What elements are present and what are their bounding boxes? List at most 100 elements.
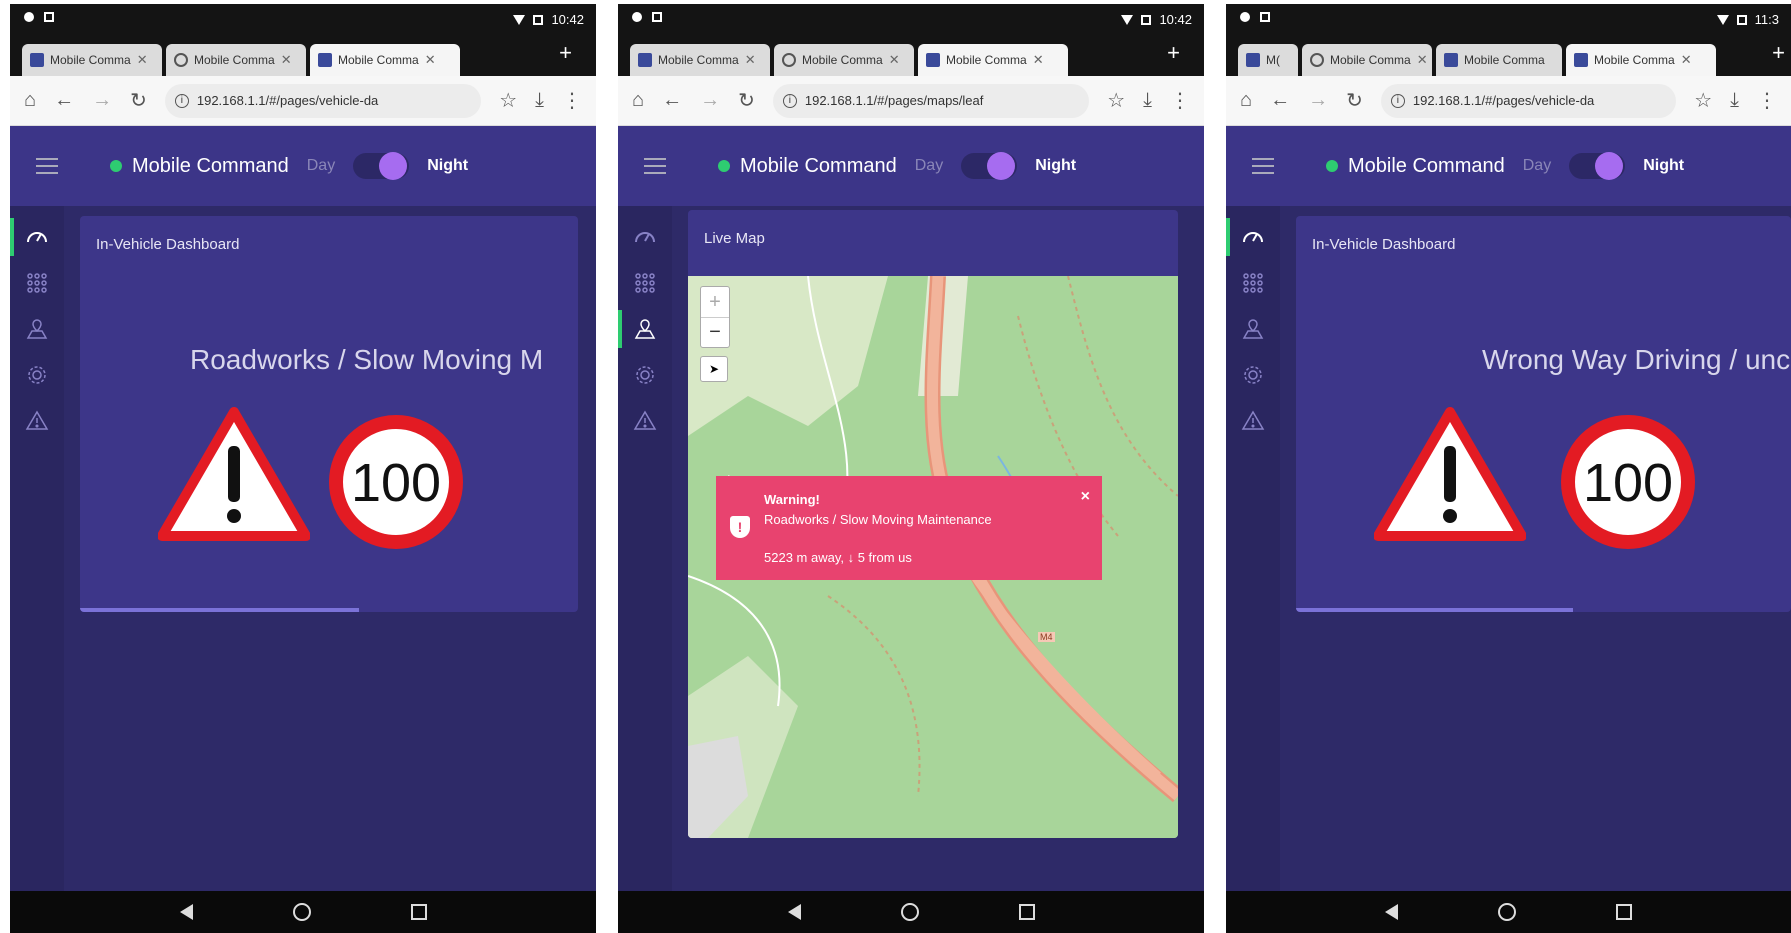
browser-tab[interactable]: Mobile Comma ✕ bbox=[22, 44, 162, 76]
info-icon[interactable]: i bbox=[174, 93, 189, 108]
browser-tab[interactable]: Mobile Comma ✕ bbox=[1302, 44, 1432, 76]
back-nav-icon[interactable] bbox=[1385, 904, 1398, 920]
day-label: Day bbox=[306, 157, 336, 174]
recent-apps-icon[interactable] bbox=[1018, 904, 1035, 920]
forward-icon[interactable]: → bbox=[92, 89, 112, 112]
nav-apps[interactable] bbox=[1226, 260, 1280, 306]
status-bar: 11:3 bbox=[1226, 4, 1791, 36]
home-nav-icon[interactable] bbox=[292, 903, 311, 921]
bookmark-star-icon[interactable]: ☆ bbox=[1107, 88, 1125, 113]
theme-toggle[interactable] bbox=[353, 152, 410, 180]
recent-apps-icon[interactable] bbox=[1616, 904, 1632, 920]
nav-alerts[interactable] bbox=[10, 398, 64, 444]
info-icon[interactable]: i bbox=[1390, 93, 1405, 108]
zoom-out-button[interactable]: − bbox=[701, 317, 729, 347]
back-nav-icon[interactable] bbox=[179, 904, 193, 920]
browser-tab[interactable]: Mobile Comma ✕ bbox=[630, 44, 770, 76]
back-icon[interactable]: ← bbox=[54, 89, 74, 112]
reload-icon[interactable]: ↻ bbox=[130, 88, 147, 113]
new-tab-button[interactable]: + bbox=[559, 40, 572, 66]
menu-dots-icon[interactable]: ⋮ bbox=[1170, 88, 1190, 113]
grid-icon bbox=[1243, 273, 1263, 293]
hamburger-menu-icon[interactable] bbox=[644, 158, 666, 174]
browser-tab[interactable]: Mobile Comma ✕ bbox=[774, 44, 914, 76]
download-icon[interactable]: ⤓ bbox=[1143, 89, 1152, 112]
map-view[interactable]: M4 + − ➤ ! Warning! Roadworks / Slow Mov… bbox=[688, 276, 1178, 838]
theme-toggle[interactable] bbox=[961, 152, 1018, 180]
dashboard-card: In-Vehicle Dashboard Roadworks / Slow Mo… bbox=[80, 216, 578, 612]
browser-tab[interactable]: Mobile Comma ✕ bbox=[166, 44, 306, 76]
bookmark-star-icon[interactable]: ☆ bbox=[499, 88, 517, 113]
nav-apps[interactable] bbox=[618, 260, 672, 306]
locate-arrow-icon: ➤ bbox=[708, 362, 720, 376]
home-nav-icon[interactable] bbox=[900, 903, 919, 921]
back-nav-icon[interactable] bbox=[787, 904, 801, 920]
alert-message: Wrong Way Driving / unc bbox=[1482, 344, 1791, 375]
nav-apps[interactable] bbox=[10, 260, 64, 306]
browser-tab[interactable]: M( bbox=[1238, 44, 1298, 76]
zoom-in-button[interactable]: + bbox=[701, 287, 729, 317]
url-input[interactable]: i 192.168.1.1/#/pages/vehicle-da bbox=[1380, 83, 1677, 118]
menu-dots-icon[interactable]: ⋮ bbox=[562, 88, 582, 113]
download-icon[interactable]: ⤓ bbox=[535, 89, 544, 112]
locate-button[interactable]: ➤ bbox=[700, 356, 728, 382]
close-tab-icon[interactable]: ✕ bbox=[281, 52, 292, 68]
url-input[interactable]: i 192.168.1.1/#/pages/maps/leaf bbox=[772, 83, 1090, 118]
notification-icon bbox=[652, 12, 662, 22]
nav-map[interactable] bbox=[618, 306, 672, 352]
new-tab-button[interactable]: + bbox=[1772, 40, 1785, 66]
close-tab-icon[interactable]: ✕ bbox=[425, 52, 436, 68]
back-icon[interactable]: ← bbox=[662, 89, 682, 112]
side-nav bbox=[10, 206, 64, 891]
close-tab-icon[interactable]: ✕ bbox=[1681, 52, 1692, 68]
hamburger-menu-icon[interactable] bbox=[1252, 158, 1274, 174]
nav-settings[interactable] bbox=[10, 352, 64, 398]
nav-map[interactable] bbox=[1226, 306, 1280, 352]
close-tab-icon[interactable]: ✕ bbox=[889, 52, 900, 68]
home-icon[interactable]: ⌂ bbox=[632, 89, 644, 112]
browser-tab-active[interactable]: Mobile Comma ✕ bbox=[1566, 44, 1716, 76]
bookmark-star-icon[interactable]: ☆ bbox=[1694, 88, 1712, 113]
menu-dots-icon[interactable]: ⋮ bbox=[1757, 88, 1777, 113]
forward-icon[interactable]: → bbox=[700, 89, 720, 112]
close-tab-icon[interactable]: ✕ bbox=[1033, 52, 1044, 68]
app-favicon-icon bbox=[1444, 53, 1458, 67]
browser-tab-active[interactable]: Mobile Comma ✕ bbox=[310, 44, 460, 76]
phone-screen-1: 10:42 Mobile Comma ✕ Mobile Comma ✕ Mobile… bbox=[10, 4, 596, 933]
forward-icon[interactable]: → bbox=[1308, 89, 1328, 112]
browser-tab-strip: Mobile Comma ✕ Mobile Comma ✕ Mobile Comma… bbox=[618, 36, 1204, 76]
shield-alert-icon: ! bbox=[730, 516, 750, 538]
card-title: In-Vehicle Dashboard bbox=[96, 236, 240, 253]
nav-dashboard[interactable] bbox=[10, 214, 64, 260]
nav-alerts[interactable] bbox=[618, 398, 672, 444]
nav-alerts[interactable] bbox=[1226, 398, 1280, 444]
nav-map[interactable] bbox=[10, 306, 64, 352]
back-icon[interactable]: ← bbox=[1270, 89, 1290, 112]
home-nav-icon[interactable] bbox=[1498, 903, 1516, 921]
close-tab-icon[interactable]: ✕ bbox=[137, 52, 148, 68]
download-icon[interactable]: ⤓ bbox=[1730, 89, 1739, 112]
reload-icon[interactable]: ↻ bbox=[1346, 88, 1363, 113]
speed-limit-value: 100 bbox=[350, 453, 442, 513]
nav-settings[interactable] bbox=[1226, 352, 1280, 398]
recent-apps-icon[interactable] bbox=[410, 904, 427, 920]
home-icon[interactable]: ⌂ bbox=[24, 89, 36, 112]
browser-tab-active[interactable]: Mobile Comma ✕ bbox=[918, 44, 1068, 76]
home-icon[interactable]: ⌂ bbox=[1240, 89, 1252, 112]
nav-dashboard[interactable] bbox=[1226, 214, 1280, 260]
close-tab-icon[interactable]: ✕ bbox=[745, 52, 756, 68]
close-tab-icon[interactable]: ✕ bbox=[1417, 52, 1428, 68]
speedometer-icon bbox=[635, 232, 655, 243]
nav-settings[interactable] bbox=[618, 352, 672, 398]
close-popup-icon[interactable]: × bbox=[1081, 488, 1090, 506]
nav-dashboard[interactable] bbox=[618, 214, 672, 260]
info-icon[interactable]: i bbox=[782, 93, 797, 108]
reload-icon[interactable]: ↻ bbox=[738, 88, 755, 113]
phone-screen-3: 11:3 M( Mobile Comma ✕ Mobile Comma Mobil… bbox=[1226, 4, 1791, 933]
theme-toggle[interactable] bbox=[1569, 152, 1626, 180]
new-tab-button[interactable]: + bbox=[1167, 40, 1180, 66]
browser-tab[interactable]: Mobile Comma bbox=[1436, 44, 1562, 76]
hamburger-menu-icon[interactable] bbox=[36, 158, 58, 174]
location-icon bbox=[1240, 12, 1250, 22]
url-input[interactable]: i 192.168.1.1/#/pages/vehicle-da bbox=[164, 83, 482, 118]
